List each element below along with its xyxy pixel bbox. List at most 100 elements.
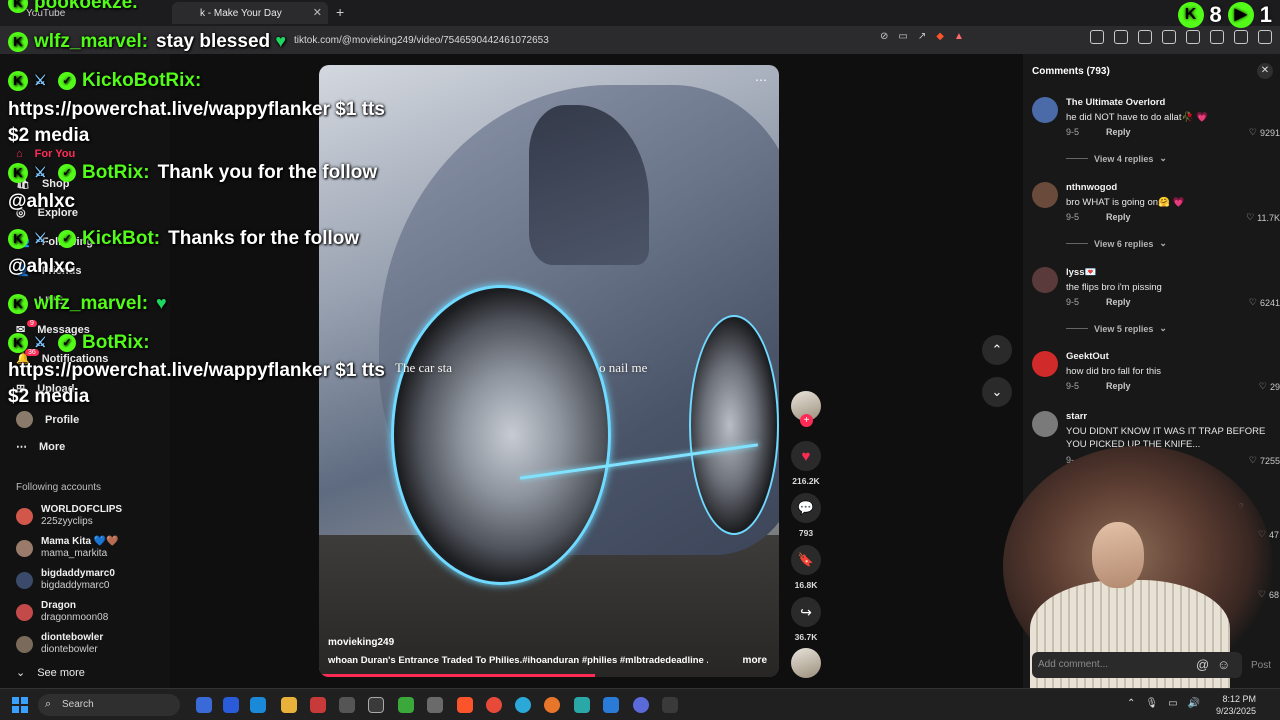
video-author[interactable]: movieking249 [328, 637, 394, 648]
comment-like-button[interactable]: ♡ 29 [1259, 381, 1280, 392]
screenshot-icon[interactable] [1114, 30, 1128, 44]
app-icon[interactable] [223, 697, 239, 713]
firefox-icon[interactable] [544, 697, 560, 713]
chrome-icon[interactable] [486, 697, 502, 713]
menu-icon[interactable] [1258, 30, 1272, 44]
share-icon[interactable]: ↗ [918, 31, 926, 42]
avatar[interactable] [1032, 351, 1058, 377]
sword-badge-icon: ⚔ [34, 333, 47, 350]
video-options-icon[interactable]: ⋯ [755, 73, 767, 87]
comment-button[interactable]: 💬 793 [791, 493, 821, 538]
app-icon[interactable] [250, 697, 266, 713]
previous-video-button[interactable]: ⌃ [982, 335, 1012, 365]
following-account[interactable]: diontebowler diontebowler [16, 632, 103, 656]
edge-icon[interactable] [515, 697, 531, 713]
following-account[interactable]: bigdaddymarc0 bigdaddymarc0 [16, 568, 115, 592]
app-icon[interactable] [339, 697, 355, 713]
reply-button[interactable]: Reply [1106, 381, 1131, 391]
view-replies-button[interactable]: View 4 replies ⌄ [1066, 153, 1167, 164]
kick-icon: K [8, 0, 28, 13]
sidebar-icon[interactable] [1162, 30, 1176, 44]
comment-like-button[interactable]: ♡ 6241 [1249, 297, 1280, 308]
comment-like-button[interactable]: ♡ 9291 [1249, 127, 1280, 138]
app-icon[interactable] [398, 697, 414, 713]
comment-date: 9-5 [1066, 381, 1080, 391]
next-video-button[interactable]: ⌄ [982, 377, 1012, 407]
leo-icon[interactable] [1210, 30, 1224, 44]
save-button[interactable]: 🔖 16.8K [791, 545, 821, 590]
sidebar-item-more[interactable]: ⋯ More [16, 440, 65, 454]
new-tab-icon[interactable]: + [336, 4, 344, 20]
following-account[interactable]: Dragon dragonmoon08 [16, 600, 108, 624]
tiktok-tab-label: k - Make Your Day [200, 7, 282, 19]
comment-user[interactable]: GeektOut [1066, 351, 1109, 362]
view-replies-button[interactable]: View 6 replies ⌄ [1066, 238, 1167, 249]
video-player[interactable]: ⋯ The car sta o nail me movieking249 who… [319, 65, 779, 677]
tab-tiktok[interactable]: k - Make Your Day ✕ [172, 2, 328, 24]
comment-user[interactable]: nthnwogod [1066, 182, 1117, 193]
webcam-person-head [1092, 522, 1144, 588]
volume-icon[interactable]: 🔊 [1188, 698, 1200, 709]
taskview-app-icon[interactable] [196, 697, 212, 713]
avatar[interactable] [1032, 267, 1058, 293]
comment-like-button[interactable]: ♡ 7255 [1249, 455, 1280, 466]
microphone-icon[interactable]: 🎙 [1145, 698, 1158, 709]
like-button[interactable]: ♥ 216.2K [791, 441, 821, 486]
obs-icon[interactable] [427, 697, 443, 713]
close-comments-icon[interactable]: ✕ [1257, 63, 1273, 79]
share-button[interactable]: ↪ 36.7K [791, 597, 821, 642]
follow-plus-icon[interactable]: + [800, 414, 813, 427]
comment-icon: 💬 [797, 500, 815, 515]
close-tab-icon[interactable]: ✕ [313, 6, 322, 19]
comment-user[interactable]: starr [1066, 411, 1087, 422]
app-icon[interactable] [662, 697, 678, 713]
sidebar-item-profile[interactable]: Profile [16, 411, 79, 428]
view-replies-button[interactable]: View 5 replies ⌄ [1066, 323, 1167, 334]
vpn-icon[interactable] [1234, 30, 1248, 44]
music-icon[interactable] [1138, 30, 1152, 44]
green-heart-icon: ♥ [275, 31, 287, 51]
wallet-icon[interactable] [1186, 30, 1200, 44]
vscode-icon[interactable] [603, 697, 619, 713]
reply-button[interactable]: Reply [1106, 297, 1131, 307]
reply-button[interactable]: Reply [1106, 212, 1131, 222]
following-account[interactable]: Mama Kita 💙🤎 mama_markita [16, 536, 119, 560]
avatar[interactable] [1032, 97, 1058, 123]
app-icon[interactable] [574, 697, 590, 713]
app-icon[interactable] [310, 697, 326, 713]
extensions-icon[interactable] [1090, 30, 1104, 44]
see-more-button[interactable]: ⌄ See more [16, 666, 85, 680]
music-disc-avatar[interactable] [791, 648, 821, 678]
video-description: whoan Duran's Entrance Traded To Philies… [328, 655, 708, 666]
chat-message: Kwlfz_marvel: stay blessed ♥ [8, 31, 286, 53]
comment-user[interactable]: The Ultimate Overlord [1066, 97, 1165, 108]
no-camera-icon[interactable]: ⊘ [880, 31, 888, 42]
browser-tabstrip: YouTube k - Make Your Day ✕ + [0, 0, 1280, 26]
windows-start-icon[interactable] [12, 697, 28, 713]
description-more-button[interactable]: more [743, 655, 767, 666]
taskbar-search[interactable]: Search [38, 694, 180, 716]
avatar[interactable] [1032, 411, 1058, 437]
chevron-up-icon[interactable]: ⌃ [1127, 698, 1135, 709]
taskbar-clock[interactable]: 8:12 PM 9/23/2025 [1216, 693, 1256, 717]
comment-user[interactable]: lyss💌 [1066, 267, 1096, 278]
install-icon[interactable]: ▭ [898, 31, 907, 42]
comment-like-button[interactable]: ♡ 11.7K [1246, 212, 1280, 223]
brave-browser-icon[interactable] [457, 697, 473, 713]
network-icon[interactable]: ▭ [1168, 698, 1177, 709]
brave-rewards-icon[interactable]: ▲ [954, 31, 964, 42]
sidebar-item-for-you[interactable]: ⌂ For You [16, 148, 75, 160]
chevron-down-icon: ⌄ [991, 384, 1003, 399]
webcam-person-shirt [1030, 580, 1230, 688]
verified-icon: ✓ [58, 163, 76, 182]
brave-shield-icon[interactable]: ◆ [936, 31, 944, 42]
discord-icon[interactable] [633, 697, 649, 713]
avatar[interactable] [1032, 182, 1058, 208]
file-explorer-icon[interactable] [281, 697, 297, 713]
reply-button[interactable]: Reply [1106, 127, 1131, 137]
following-account[interactable]: WORLDOFCLIPS 225zyyclips [16, 504, 122, 528]
chat-message: Kwlfz_marvel: ♥ [8, 293, 167, 315]
chat-text: https://powerchat.live/wappyflanker $1 t… [8, 99, 385, 120]
video-progress-bar[interactable] [319, 674, 595, 677]
app-icon[interactable] [368, 697, 384, 713]
